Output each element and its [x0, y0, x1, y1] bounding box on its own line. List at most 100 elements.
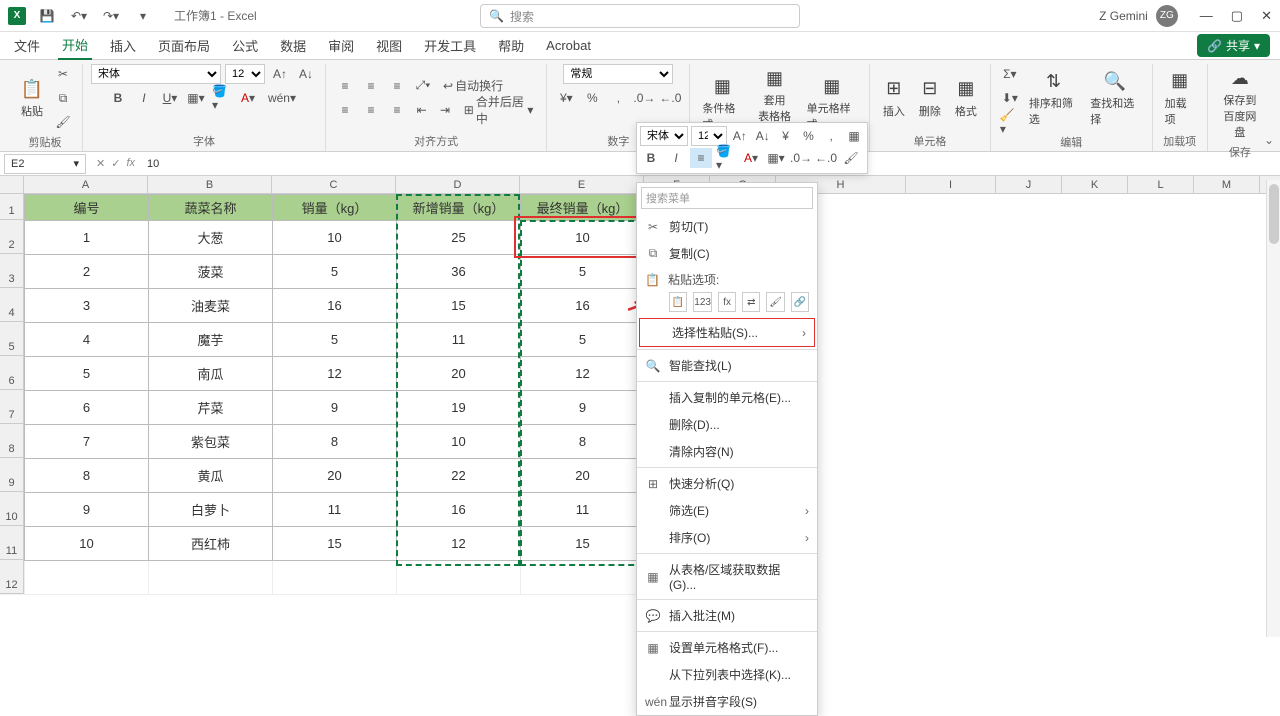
cell[interactable]: 9 [25, 493, 149, 527]
row-header[interactable]: 11 [0, 526, 24, 560]
mini-table-icon[interactable]: ▦ [844, 126, 864, 146]
menu-sort[interactable]: 排序(O) [637, 524, 817, 551]
cell[interactable]: 11 [397, 323, 521, 357]
tab-data[interactable]: 数据 [276, 32, 310, 59]
font-color-icon[interactable]: A▾ [237, 88, 259, 108]
cell[interactable]: 5 [273, 255, 397, 289]
format-painter-icon[interactable]: 🖌 [52, 112, 74, 132]
indent-right-icon[interactable]: ⇥ [435, 100, 454, 120]
cell[interactable]: 25 [397, 221, 521, 255]
cell[interactable]: 8 [273, 425, 397, 459]
row-header[interactable]: 6 [0, 356, 24, 390]
increase-font-icon[interactable]: A↑ [269, 64, 291, 84]
mini-percent-icon[interactable]: % [798, 126, 818, 146]
search-box[interactable]: 🔍 搜索 [480, 4, 800, 28]
row-header[interactable]: 9 [0, 458, 24, 492]
mini-border-icon[interactable]: ▦▾ [765, 148, 787, 168]
paste-transpose-icon[interactable]: ⇄ [742, 292, 760, 312]
align-bottom-icon[interactable]: ≡ [386, 76, 408, 96]
cell[interactable]: 11 [273, 493, 397, 527]
cell[interactable]: 12 [397, 527, 521, 561]
col-header[interactable]: C [272, 176, 396, 193]
cell[interactable] [521, 561, 645, 595]
menu-quick-analysis[interactable]: ⊞快速分析(Q) [637, 470, 817, 497]
collapse-ribbon-icon[interactable]: ⌄ [1264, 133, 1274, 147]
cell[interactable]: 11 [521, 493, 645, 527]
minimize-button[interactable]: — [1200, 8, 1213, 24]
row-header[interactable]: 12 [0, 560, 24, 594]
cell[interactable]: 9 [521, 391, 645, 425]
save-icon[interactable]: 💾 [36, 6, 58, 26]
col-header[interactable]: A [24, 176, 148, 193]
cell[interactable]: 南瓜 [149, 357, 273, 391]
cell[interactable] [149, 561, 273, 595]
fill-color-icon[interactable]: 🪣▾ [211, 88, 233, 108]
addin-button[interactable]: ▦加载项 [1161, 67, 1199, 129]
cell[interactable]: 3 [25, 289, 149, 323]
cell[interactable]: 19 [397, 391, 521, 425]
col-header[interactable]: D [396, 176, 520, 193]
autosum-icon[interactable]: Σ▾ [999, 64, 1021, 84]
maximize-button[interactable]: ▢ [1231, 8, 1243, 24]
cell[interactable]: 5 [521, 323, 645, 357]
phonetic-icon[interactable]: wén▾ [263, 88, 301, 108]
orientation-icon[interactable]: ⤢▾ [412, 76, 434, 96]
vertical-scrollbar[interactable] [1266, 180, 1280, 637]
header-cell[interactable]: 蔬菜名称 [149, 195, 273, 221]
cell[interactable]: 紫包菜 [149, 425, 273, 459]
mini-inc-decimal-icon[interactable]: .0→ [790, 148, 812, 168]
cell[interactable]: 芹菜 [149, 391, 273, 425]
cut-icon[interactable]: ✂ [52, 64, 74, 84]
tab-insert[interactable]: 插入 [106, 32, 140, 59]
menu-delete[interactable]: 删除(D)... [637, 411, 817, 438]
tab-formulas[interactable]: 公式 [228, 32, 262, 59]
cell[interactable]: 16 [397, 493, 521, 527]
cell[interactable]: 22 [397, 459, 521, 493]
header-cell[interactable]: 编号 [25, 195, 149, 221]
decrease-font-icon[interactable]: A↓ [295, 64, 317, 84]
mini-format-painter-icon[interactable]: 🖌 [840, 148, 862, 168]
redo-icon[interactable]: ↷▾ [100, 6, 122, 26]
tab-acrobat[interactable]: Acrobat [542, 34, 595, 57]
format-cells-button[interactable]: ▦格式 [950, 75, 982, 121]
undo-icon[interactable]: ↶▾ [68, 6, 90, 26]
col-header[interactable]: L [1128, 176, 1194, 193]
tab-home[interactable]: 开始 [58, 31, 92, 60]
cell[interactable]: 15 [521, 527, 645, 561]
cell[interactable]: 15 [273, 527, 397, 561]
menu-filter[interactable]: 筛选(E) [637, 497, 817, 524]
mini-font-select[interactable]: 宋体 [640, 126, 688, 146]
bold-icon[interactable]: B [107, 88, 129, 108]
row-header[interactable]: 5 [0, 322, 24, 356]
menu-clear[interactable]: 清除内容(N) [637, 438, 817, 465]
mini-bold-icon[interactable]: B [640, 148, 662, 168]
delete-cells-button[interactable]: ⊟删除 [914, 75, 946, 121]
col-header[interactable]: E [520, 176, 644, 193]
cell[interactable]: 20 [397, 357, 521, 391]
merge-button[interactable]: ⊞ 合并后居中▾ [459, 100, 539, 120]
cell[interactable]: 16 [273, 289, 397, 323]
cell[interactable]: 5 [25, 357, 149, 391]
font-name-select[interactable]: 宋体 [91, 64, 221, 84]
tab-dev[interactable]: 开发工具 [420, 32, 480, 59]
menu-paste-special[interactable]: 选择性粘贴(S)... [639, 318, 815, 347]
tab-review[interactable]: 审阅 [324, 32, 358, 59]
paste-icon[interactable]: 📋 [669, 292, 687, 312]
col-header[interactable]: B [148, 176, 272, 193]
cell[interactable] [273, 561, 397, 595]
cell[interactable]: 20 [273, 459, 397, 493]
qat-more-icon[interactable]: ▾ [132, 6, 154, 26]
row-header[interactable]: 3 [0, 254, 24, 288]
cell[interactable]: 10 [521, 221, 645, 255]
header-cell[interactable]: 最终销量（kg） [521, 195, 645, 221]
cell[interactable]: 10 [397, 425, 521, 459]
scroll-thumb[interactable] [1269, 184, 1279, 244]
cell[interactable]: 12 [521, 357, 645, 391]
cell[interactable]: 油麦菜 [149, 289, 273, 323]
mini-font-color-icon[interactable]: A▾ [740, 148, 762, 168]
menu-copy[interactable]: ⧉复制(C) [637, 240, 817, 267]
sort-filter-button[interactable]: ⇅排序和筛选 [1025, 67, 1082, 129]
cell[interactable]: 7 [25, 425, 149, 459]
fill-icon[interactable]: ⬇▾ [999, 88, 1021, 108]
menu-show-pinyin[interactable]: wén显示拼音字段(S) [637, 688, 817, 715]
